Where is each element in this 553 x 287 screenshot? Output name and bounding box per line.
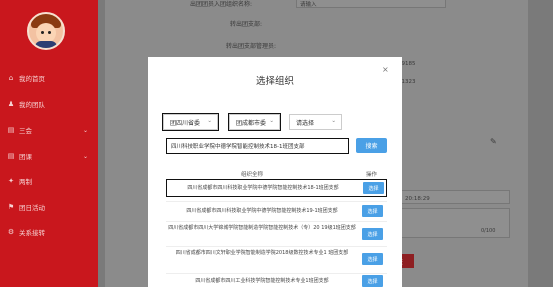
sidebar-item-label: 团课 — [19, 153, 32, 161]
select-button[interactable]: 选择 — [362, 228, 383, 240]
org-full-name: 四川省成都市四川工业科技学院智能控制技术专业1班团支部 — [195, 278, 329, 284]
sidebar-item-home[interactable]: ⌂ 我的首页 — [0, 70, 98, 86]
table-row: 四川省成都市四川科技职业学院中德学院智能控制技术19-1班团支部 选择 — [166, 201, 387, 219]
folder-icon: ▤ — [7, 126, 15, 134]
user-avatar[interactable] — [27, 12, 65, 50]
users-icon: ♟ — [7, 100, 15, 108]
column-header-action: 操作 — [366, 172, 378, 178]
gear-icon: ✦ — [8, 177, 14, 185]
table-row: 四川省成都市四川大学锦城学院智能制造学院智能控制技术（专）20 19级1班团支部… — [166, 221, 387, 243]
sidebar-item-label: 我的首页 — [19, 75, 45, 83]
close-icon[interactable]: × — [382, 65, 389, 74]
select-button[interactable]: 选择 — [362, 275, 383, 287]
org-full-name: 四川省成都市四川科技职业学院中德学院智能控制技术18-1班团支部 — [187, 185, 339, 191]
transfer-admin-label: 转出团支部管理员: — [226, 43, 277, 50]
province-select[interactable]: 团四川省委 ⌄ — [162, 113, 219, 131]
search-input[interactable]: 四川科技职业学院中德学院智能控制技术18-1班团支部 — [166, 138, 349, 154]
table-row: 四川省成都市四川工业科技学院智能控制技术专业1班团支部 选择 — [166, 273, 387, 287]
city-select[interactable]: 团成都市委 ⌄ — [228, 113, 281, 131]
org-full-name: 四川省成都市四川大学锦城学院智能制造学院智能控制技术（专）20 19级1班团支部 — [168, 225, 356, 231]
sidebar-item-label: 团日活动 — [19, 204, 45, 212]
time-value: 20:18:29 — [405, 196, 430, 202]
sidebar-item-team[interactable]: ♟ 我的团队 — [0, 96, 98, 112]
home-icon: ⌂ — [8, 74, 14, 82]
flag-icon: ⚑ — [7, 203, 15, 211]
sidebar: ⌂ 我的首页 ♟ 我的团队 ▤ 三会 ⌄ ▤ 团课 ⌄ ✦ 两制 ⚑ 团日活动 … — [0, 0, 98, 287]
table-row: 四川省成都市四川文轩职业学院智能制造学院2018级数控技术专业1 班团支部 选择 — [166, 246, 387, 268]
district-select[interactable]: 请选择 ⌄ — [289, 114, 342, 130]
sidebar-item-label: 三会 — [19, 127, 32, 135]
select-button[interactable]: 选择 — [362, 253, 383, 265]
sidebar-item-label: 我的团队 — [19, 101, 45, 109]
edit-icon[interactable]: ✎ — [490, 137, 497, 146]
folder-icon: ▤ — [7, 152, 15, 160]
org-full-name: 四川省成都市四川科技职业学院中德学院智能控制技术19-1班团支部 — [186, 208, 338, 214]
transfer-org-label: 转出团支部: — [230, 21, 263, 28]
sidebar-item-label: 关系接转 — [19, 229, 45, 237]
org-name-label: 出团团员入团组织名称: — [190, 1, 253, 8]
link-icon: ⚙ — [7, 228, 15, 236]
org-name-placeholder: 请输入 — [300, 2, 317, 8]
chevron-down-icon: ⌄ — [82, 152, 88, 160]
chevron-down-icon: ⌄ — [82, 126, 88, 134]
select-org-modal: 选择组织 × 团四川省委 ⌄ 团成都市委 ⌄ 请选择 ⌄ 四川科技职业学院中德学院智能… — [148, 57, 402, 287]
org-full-name: 四川省成都市四川文轩职业学院智能制造学院2018级数控技术专业1 班团支部 — [175, 250, 349, 256]
org-name-input[interactable] — [296, 0, 446, 8]
select-button[interactable]: 选择 — [362, 205, 383, 217]
column-header-org: 组织全称 — [241, 172, 264, 178]
select-button[interactable]: 选择 — [363, 182, 384, 194]
sidebar-item-tuanke[interactable]: ▤ 团课 ⌄ — [0, 148, 98, 164]
modal-title: 选择组织 — [255, 76, 294, 87]
sidebar-item-activity[interactable]: ⚑ 团日活动 — [0, 199, 98, 215]
chevron-down-icon: ⌄ — [207, 118, 212, 124]
sidebar-item-label: 两制 — [19, 178, 32, 186]
sidebar-item-transfer[interactable]: ⚙ 关系接转 — [0, 224, 98, 240]
table-row: 四川省成都市四川科技职业学院中德学院智能控制技术18-1班团支部 选择 — [166, 179, 387, 197]
sidebar-item-liangzhi[interactable]: ✦ 两制 — [0, 173, 98, 189]
search-button[interactable]: 搜索 — [356, 138, 387, 153]
chevron-down-icon: ⌄ — [269, 118, 274, 124]
char-counter: 0/100 — [481, 228, 496, 234]
chevron-down-icon: ⌄ — [331, 118, 336, 124]
sidebar-item-sanhui[interactable]: ▤ 三会 ⌄ — [0, 122, 98, 138]
